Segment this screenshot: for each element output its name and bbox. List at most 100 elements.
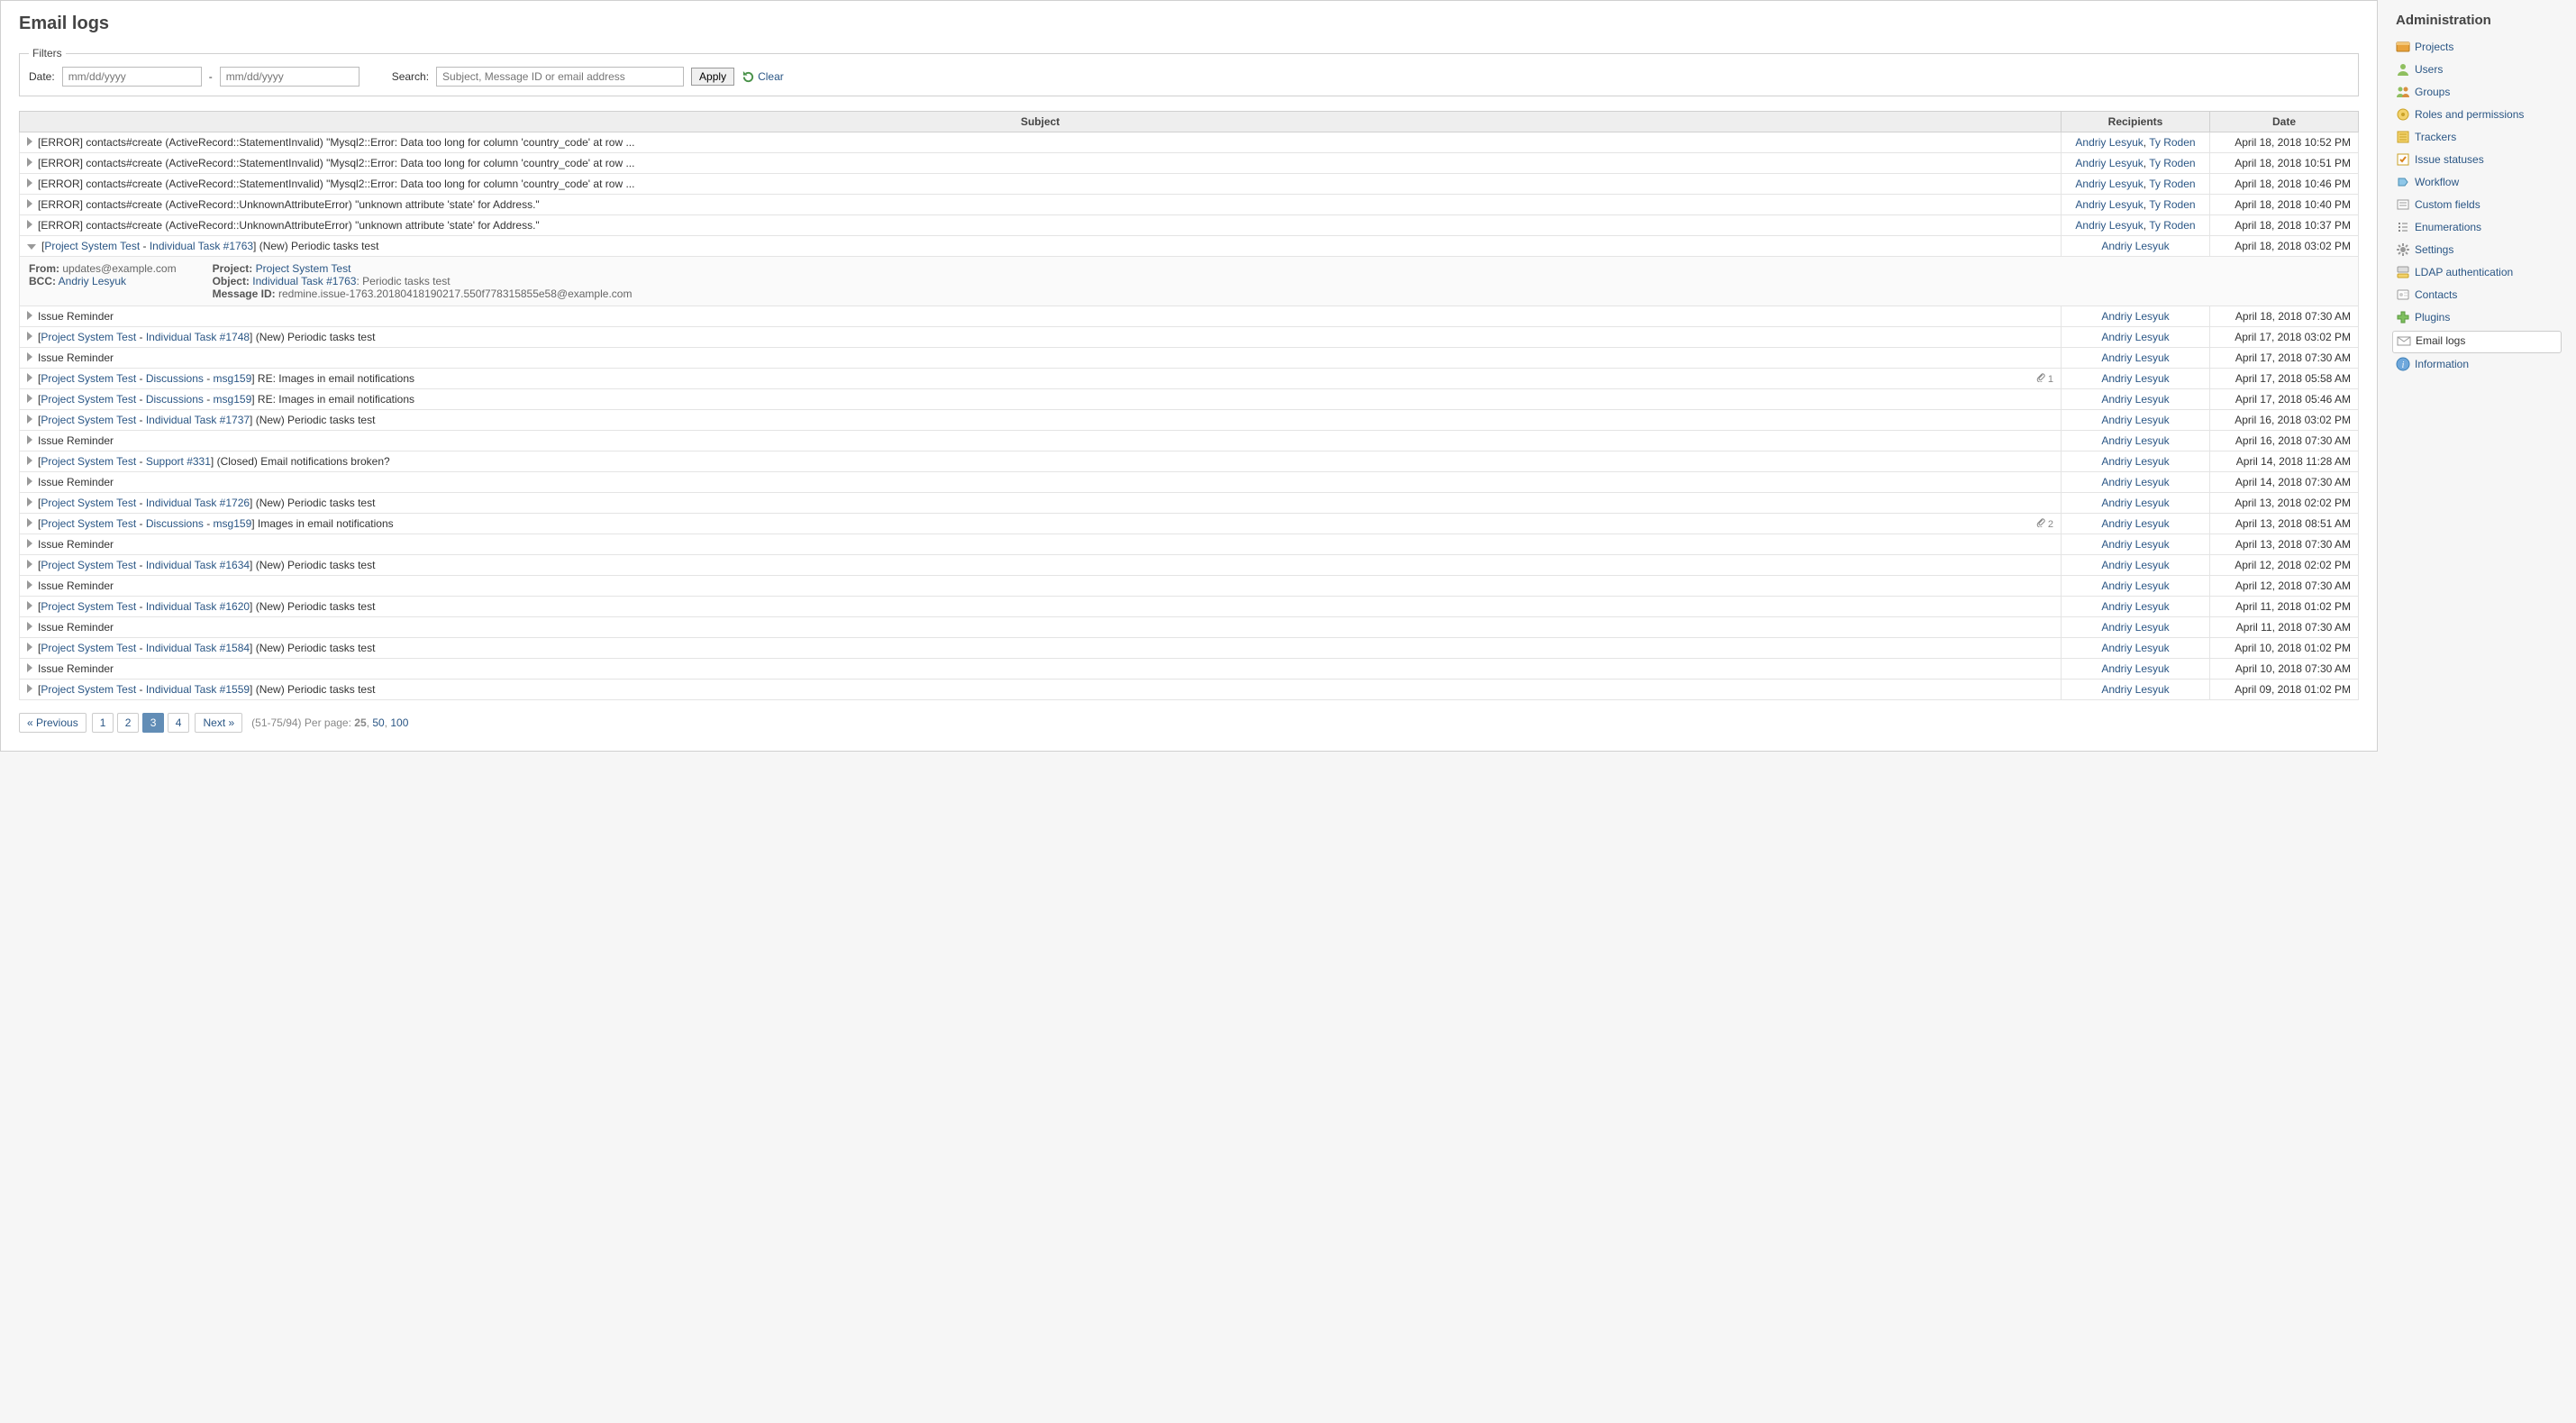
recipient-link[interactable]: Andriy Lesyuk: [2101, 517, 2169, 530]
expander-icon[interactable]: [27, 352, 32, 361]
perpage-option[interactable]: 100: [390, 716, 408, 729]
expander-icon[interactable]: [27, 435, 32, 444]
expander-icon[interactable]: [27, 311, 32, 320]
project-link[interactable]: Project System Test: [41, 414, 136, 426]
date-to-input[interactable]: [220, 67, 360, 87]
project-link[interactable]: Project System Test: [41, 393, 136, 406]
expander-icon[interactable]: [27, 373, 32, 382]
expander-icon[interactable]: [27, 497, 32, 506]
expander-icon[interactable]: [27, 560, 32, 569]
recipient-link[interactable]: Ty Roden: [2149, 178, 2195, 190]
discussions-link[interactable]: Discussions: [146, 393, 204, 406]
expander-icon[interactable]: [27, 178, 32, 187]
project-link[interactable]: Project System Test: [41, 642, 136, 654]
expander-icon[interactable]: [27, 199, 32, 208]
recipient-link[interactable]: Ty Roden: [2149, 136, 2195, 149]
expander-icon[interactable]: [27, 244, 36, 250]
sidebar-link[interactable]: iInformation: [2396, 357, 2469, 371]
recipient-link[interactable]: Andriy Lesyuk: [2101, 310, 2169, 323]
sidebar-link[interactable]: Custom fields: [2396, 197, 2480, 212]
sidebar-link[interactable]: Groups: [2396, 85, 2450, 99]
page-1[interactable]: 1: [92, 713, 114, 733]
page-3[interactable]: 3: [142, 713, 165, 733]
recipient-link[interactable]: Andriy Lesyuk: [2101, 559, 2169, 571]
project-link[interactable]: Project System Test: [41, 600, 136, 613]
sidebar-link[interactable]: Settings: [2396, 242, 2453, 257]
sidebar-link[interactable]: Enumerations: [2396, 220, 2481, 234]
recipient-link[interactable]: Andriy Lesyuk: [2101, 434, 2169, 447]
task-link[interactable]: Individual Task #1634: [146, 559, 250, 571]
task-link[interactable]: Individual Task #1559: [146, 683, 250, 696]
expander-icon[interactable]: [27, 663, 32, 672]
page-4[interactable]: 4: [168, 713, 190, 733]
project-link[interactable]: Project System Test: [41, 517, 136, 530]
recipient-link[interactable]: Ty Roden: [2149, 157, 2195, 169]
expander-icon[interactable]: [27, 477, 32, 486]
sidebar-link[interactable]: Users: [2396, 62, 2443, 77]
sidebar-link[interactable]: Trackers: [2396, 130, 2456, 144]
expander-icon[interactable]: [27, 539, 32, 548]
task-link[interactable]: Individual Task #1726: [146, 497, 250, 509]
expander-icon[interactable]: [27, 580, 32, 589]
sidebar-link[interactable]: Contacts: [2396, 287, 2457, 302]
msg-link[interactable]: msg159: [214, 393, 252, 406]
task-link[interactable]: Individual Task #1763: [150, 240, 253, 252]
recipient-link[interactable]: Andriy Lesyuk: [2101, 393, 2169, 406]
project-link[interactable]: Project System Test: [41, 683, 136, 696]
recipient-link[interactable]: Andriy Lesyuk: [2075, 136, 2143, 149]
recipient-link[interactable]: Andriy Lesyuk: [2101, 372, 2169, 385]
expander-icon[interactable]: [27, 137, 32, 146]
expander-icon[interactable]: [27, 643, 32, 652]
expander-icon[interactable]: [27, 684, 32, 693]
detail-project-link[interactable]: Project System Test: [256, 262, 351, 275]
search-input[interactable]: [436, 67, 684, 87]
recipient-link[interactable]: Andriy Lesyuk: [2101, 683, 2169, 696]
page-2[interactable]: 2: [117, 713, 140, 733]
task-link[interactable]: Individual Task #1748: [146, 331, 250, 343]
perpage-option[interactable]: 50: [372, 716, 384, 729]
project-link[interactable]: Project System Test: [41, 372, 136, 385]
sidebar-link[interactable]: Projects: [2396, 40, 2453, 54]
discussions-link[interactable]: Discussions: [146, 372, 204, 385]
sidebar-link[interactable]: Issue statuses: [2396, 152, 2484, 167]
sidebar-link[interactable]: Plugins: [2396, 310, 2450, 324]
expander-icon[interactable]: [27, 394, 32, 403]
recipient-link[interactable]: Andriy Lesyuk: [2101, 351, 2169, 364]
msg-link[interactable]: msg159: [214, 372, 252, 385]
sidebar-link[interactable]: Email logs: [2397, 333, 2465, 348]
recipient-link[interactable]: Andriy Lesyuk: [2075, 178, 2143, 190]
detail-object-link[interactable]: Individual Task #1763: [252, 275, 356, 287]
expander-icon[interactable]: [27, 158, 32, 167]
expander-icon[interactable]: [27, 220, 32, 229]
recipient-link[interactable]: Andriy Lesyuk: [2101, 497, 2169, 509]
recipient-link[interactable]: Andriy Lesyuk: [2101, 538, 2169, 551]
task-link[interactable]: Individual Task #1737: [146, 414, 250, 426]
clear-link[interactable]: Clear: [742, 70, 784, 84]
expander-icon[interactable]: [27, 518, 32, 527]
task-link[interactable]: Support #331: [146, 455, 211, 468]
msg-link[interactable]: msg159: [214, 517, 252, 530]
recipient-link[interactable]: Andriy Lesyuk: [2101, 331, 2169, 343]
date-from-input[interactable]: [62, 67, 202, 87]
recipient-link[interactable]: Andriy Lesyuk: [2101, 621, 2169, 634]
task-link[interactable]: Individual Task #1620: [146, 600, 250, 613]
project-link[interactable]: Project System Test: [41, 331, 136, 343]
task-link[interactable]: Individual Task #1584: [146, 642, 250, 654]
recipient-link[interactable]: Andriy Lesyuk: [2101, 455, 2169, 468]
project-link[interactable]: Project System Test: [41, 559, 136, 571]
recipient-link[interactable]: Andriy Lesyuk: [2101, 579, 2169, 592]
expander-icon[interactable]: [27, 622, 32, 631]
recipient-link[interactable]: Andriy Lesyuk: [2101, 414, 2169, 426]
discussions-link[interactable]: Discussions: [146, 517, 204, 530]
sidebar-link[interactable]: LDAP authentication: [2396, 265, 2513, 279]
project-link[interactable]: Project System Test: [41, 497, 136, 509]
recipient-link[interactable]: Andriy Lesyuk: [2101, 240, 2169, 252]
sidebar-link[interactable]: Roles and permissions: [2396, 107, 2524, 122]
recipient-link[interactable]: Andriy Lesyuk: [2101, 600, 2169, 613]
page-prev[interactable]: « Previous: [19, 713, 86, 733]
page-next[interactable]: Next »: [195, 713, 242, 733]
project-link[interactable]: Project System Test: [41, 455, 136, 468]
recipient-link[interactable]: Andriy Lesyuk: [2101, 662, 2169, 675]
recipient-link[interactable]: Andriy Lesyuk: [2101, 642, 2169, 654]
expander-icon[interactable]: [27, 456, 32, 465]
